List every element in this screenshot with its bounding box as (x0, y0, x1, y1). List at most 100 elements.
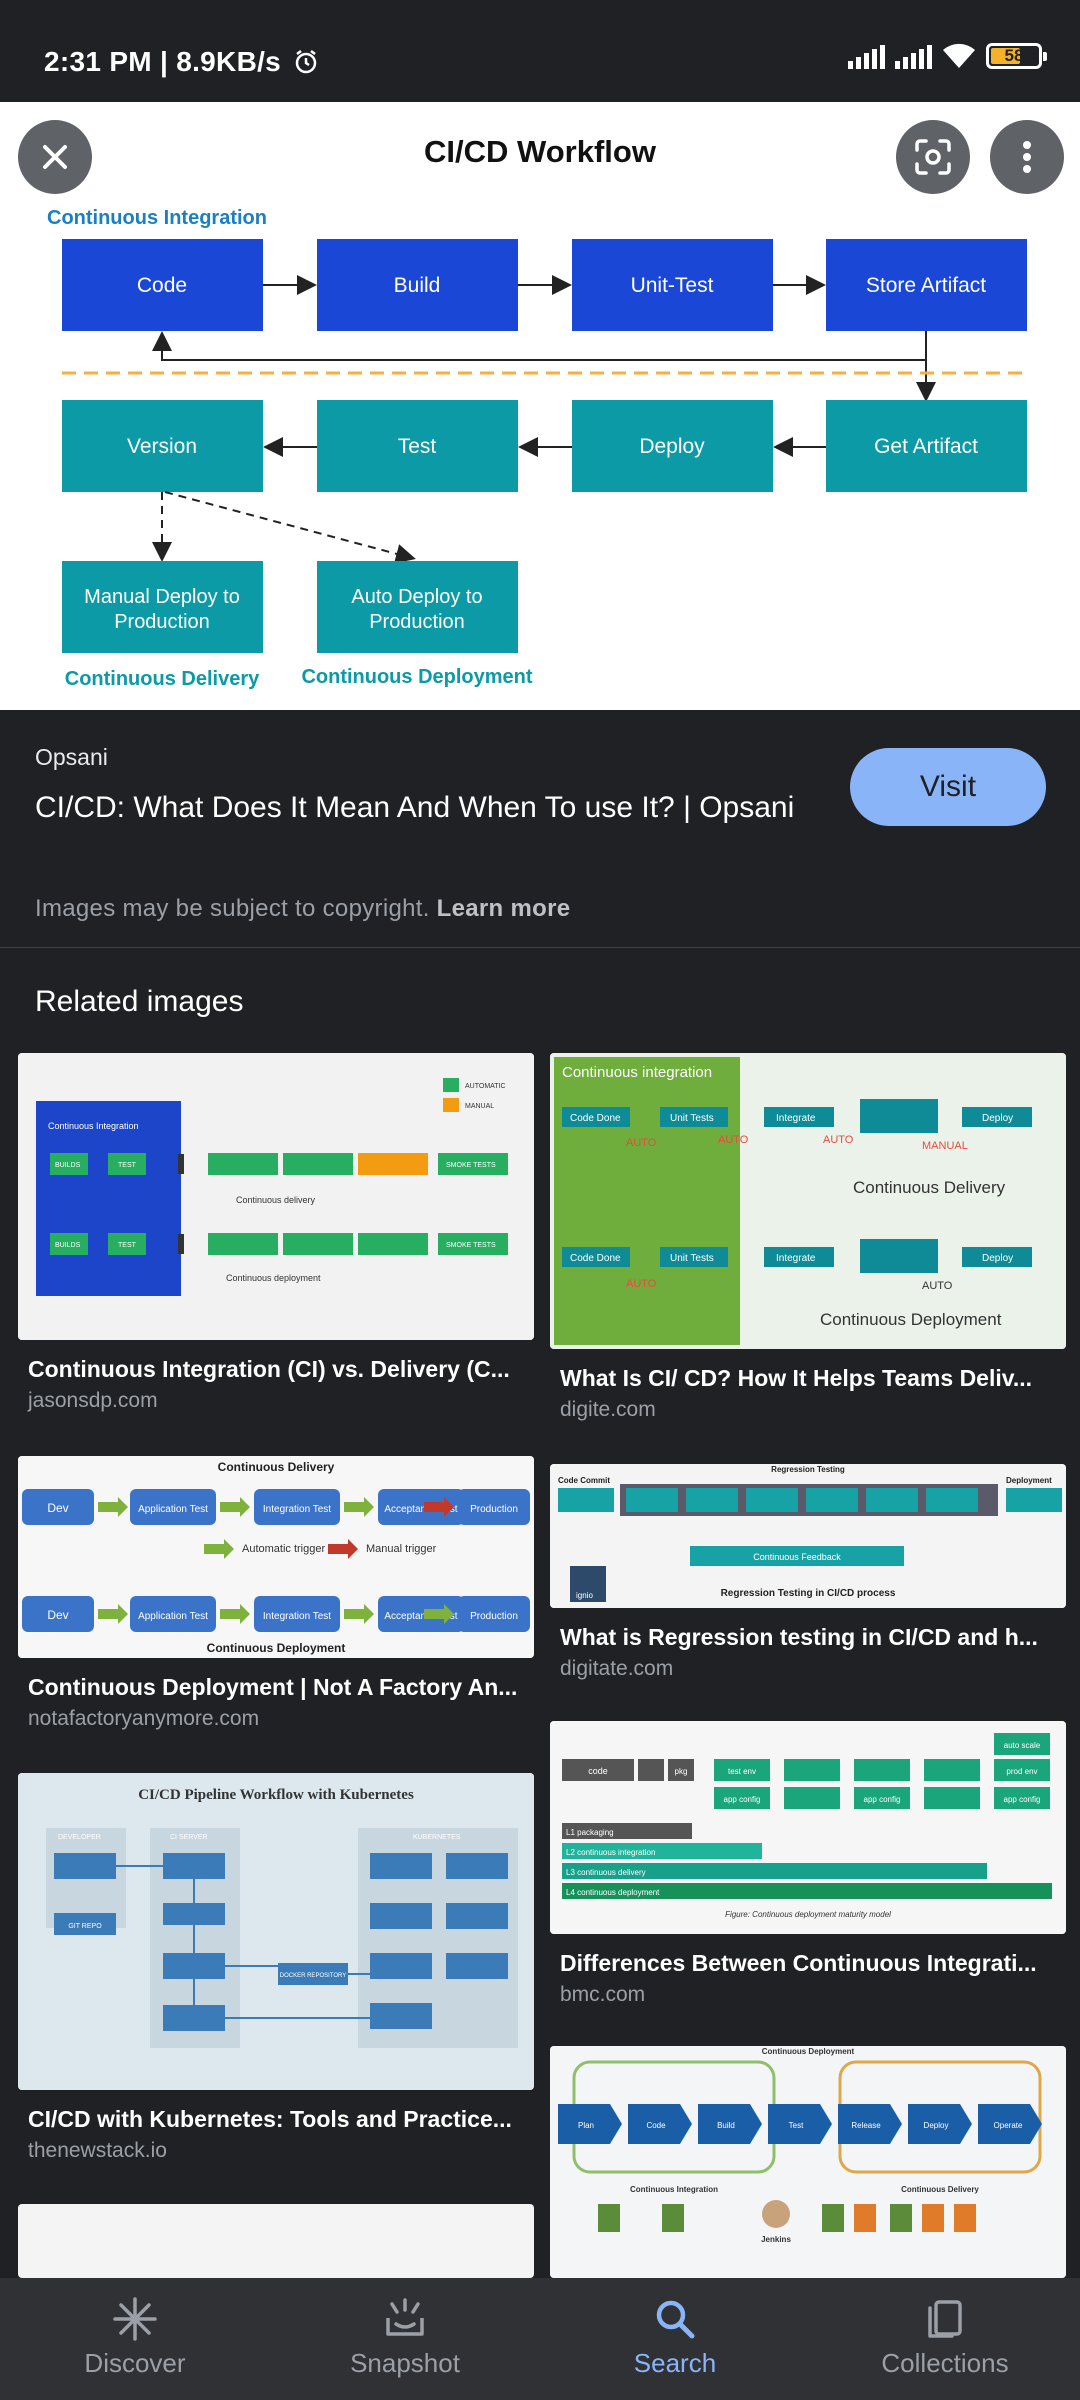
svg-text:Deployment: Deployment (1006, 1476, 1052, 1485)
related-card-title[interactable]: What is Regression testing in CI/CD and … (550, 1624, 1066, 1651)
box-auto-deploy-line1: Auto Deploy to (351, 586, 482, 608)
related-card[interactable]: CI/CD Pipeline Workflow with Kubernetes … (18, 1773, 534, 2163)
svg-text:DOCKER REPOSITORY: DOCKER REPOSITORY (280, 1973, 346, 1979)
box-get-artifact: Get Artifact (874, 435, 978, 458)
search-icon (656, 2300, 695, 2339)
related-thumbnail[interactable]: Continuous Delivery Dev Application Test… (18, 1456, 534, 1658)
svg-text:Integration Test: Integration Test (263, 1611, 331, 1622)
result-source[interactable]: Opsani (35, 744, 108, 771)
svg-text:Continuous Delivery: Continuous Delivery (901, 2185, 979, 2194)
svg-text:CI SERVER: CI SERVER (170, 1834, 208, 1841)
lens-icon (915, 139, 951, 175)
related-card[interactable]: Continuous integration Code Done Unit Te… (550, 1053, 1066, 1422)
related-thumbnail[interactable] (18, 2204, 534, 2278)
related-card[interactable] (18, 2204, 534, 2278)
svg-text:pkg: pkg (675, 1767, 688, 1776)
svg-text:KUBERNETES: KUBERNETES (413, 1834, 461, 1841)
image-viewer[interactable]: CI/CD Workflow Continuous Integration Co… (0, 102, 1080, 710)
related-thumbnail[interactable]: Continuous Integration BUILDS TEST BUILD… (18, 1053, 534, 1340)
box-build: Build (394, 274, 441, 297)
svg-text:Continuous Deployment: Continuous Deployment (820, 1310, 1002, 1329)
related-thumbnail[interactable]: Continuous Deployment Plan Code Build Te… (550, 2046, 1066, 2278)
label-continuous-delivery: Continuous Delivery (65, 668, 260, 690)
related-card[interactable]: Continuous Integration BUILDS TEST BUILD… (18, 1053, 534, 1413)
svg-text:Code Done: Code Done (570, 1253, 621, 1264)
svg-text:Test: Test (789, 2121, 804, 2130)
status-bar: 2:31 PM | 8.9KB/s 58 (0, 0, 1080, 102)
related-card[interactable]: Regression Testing Code Commit Deploymen… (550, 1464, 1066, 1681)
diagram-section-ci: Continuous Integration (47, 207, 267, 229)
svg-text:L4 continuous deployment: L4 continuous deployment (566, 1888, 660, 1897)
svg-text:SMOKE TESTS: SMOKE TESTS (446, 1242, 496, 1249)
svg-text:Continuous Integration: Continuous Integration (630, 2185, 718, 2194)
svg-text:AUTO: AUTO (922, 1280, 953, 1292)
signal-icon-2 (895, 43, 932, 69)
nav-search[interactable]: Search (540, 2278, 810, 2400)
asterisk-icon (113, 2297, 157, 2341)
related-card[interactable]: Continuous Deployment Plan Code Build Te… (550, 2046, 1066, 2278)
related-card[interactable]: code pkg test env app config app config … (550, 1721, 1066, 2007)
box-version: Version (127, 435, 197, 458)
nav-discover[interactable]: Discover (0, 2278, 270, 2400)
svg-text:AUTOMATIC: AUTOMATIC (465, 1083, 506, 1090)
related-card-source: jasonsdp.com (28, 1389, 158, 1412)
svg-text:ignio: ignio (576, 1591, 593, 1600)
nav-snapshot[interactable]: Snapshot (270, 2278, 540, 2400)
svg-text:Integration Test: Integration Test (263, 1504, 331, 1515)
related-card-title[interactable]: Continuous Deployment | Not A Factory An… (18, 1674, 534, 1701)
status-time-group: 2:31 PM | 8.9KB/s (44, 46, 319, 78)
box-test: Test (398, 435, 437, 458)
related-card-title[interactable]: What Is CI/ CD? How It Helps Teams Deliv… (550, 1365, 1066, 1392)
more-vert-icon (1023, 141, 1031, 173)
related-thumbnail[interactable]: code pkg test env app config app config … (550, 1721, 1066, 1934)
svg-text:Release: Release (851, 2121, 881, 2130)
network-speed: 8.9KB/s (176, 46, 282, 77)
box-unit-test: Unit-Test (631, 274, 714, 297)
svg-text:Manual trigger: Manual trigger (366, 1543, 437, 1555)
svg-text:Dev: Dev (47, 1501, 68, 1515)
svg-text:app config: app config (864, 1795, 901, 1804)
svg-text:Production: Production (470, 1504, 518, 1515)
svg-text:app config: app config (1004, 1795, 1041, 1804)
related-card-title[interactable]: CI/CD with Kubernetes: Tools and Practic… (18, 2106, 534, 2133)
svg-text:Deploy: Deploy (982, 1113, 1013, 1124)
svg-text:BUILDS: BUILDS (55, 1242, 81, 1249)
svg-text:MANUAL: MANUAL (922, 1140, 968, 1152)
related-thumbnail[interactable]: Continuous integration Code Done Unit Te… (550, 1053, 1066, 1349)
related-heading: Related images (35, 985, 244, 1018)
nav-label: Discover (84, 2348, 186, 2378)
lens-search-button[interactable] (896, 120, 970, 194)
svg-text:Continuous delivery: Continuous delivery (236, 1195, 316, 1205)
result-title[interactable]: CI/CD: What Does It Mean And When To use… (35, 786, 795, 830)
related-thumbnail[interactable]: CI/CD Pipeline Workflow with Kubernetes … (18, 1773, 534, 2090)
related-card-title[interactable]: Differences Between Continuous Integrati… (550, 1950, 1066, 1977)
svg-text:L1 packaging: L1 packaging (566, 1828, 614, 1837)
learn-more-link[interactable]: Learn more (437, 895, 571, 922)
visit-button[interactable]: Visit (850, 748, 1046, 826)
svg-text:Dev: Dev (47, 1608, 68, 1622)
related-thumbnail[interactable]: Regression Testing Code Commit Deploymen… (550, 1464, 1066, 1608)
nav-label: Collections (881, 2348, 1009, 2378)
svg-text:Code Done: Code Done (570, 1113, 621, 1124)
collections-icon (928, 2300, 962, 2338)
wifi-icon (943, 43, 975, 68)
svg-text:GIT REPO: GIT REPO (68, 1923, 102, 1930)
related-card[interactable]: Continuous Delivery Dev Application Test… (18, 1456, 534, 1731)
svg-text:Code: Code (646, 2121, 666, 2130)
svg-text:Production: Production (470, 1611, 518, 1622)
svg-text:test env: test env (728, 1767, 756, 1776)
svg-text:TEST: TEST (118, 1162, 137, 1169)
svg-text:auto scale: auto scale (1004, 1741, 1041, 1750)
svg-text:SMOKE TESTS: SMOKE TESTS (446, 1162, 496, 1169)
snapshot-icon (386, 2298, 424, 2336)
related-card-source: digite.com (560, 1398, 656, 1421)
nav-collections[interactable]: Collections (810, 2278, 1080, 2400)
close-icon (43, 145, 67, 169)
svg-text:AUTO: AUTO (626, 1278, 657, 1290)
svg-text:DEVELOPER: DEVELOPER (58, 1834, 101, 1841)
svg-text:Integrate: Integrate (776, 1113, 816, 1124)
related-card-title[interactable]: Continuous Integration (CI) vs. Delivery… (18, 1356, 534, 1383)
close-button[interactable] (18, 120, 92, 194)
more-options-button[interactable] (990, 120, 1064, 194)
result-details: Opsani CI/CD: What Does It Mean And When… (0, 710, 1080, 948)
